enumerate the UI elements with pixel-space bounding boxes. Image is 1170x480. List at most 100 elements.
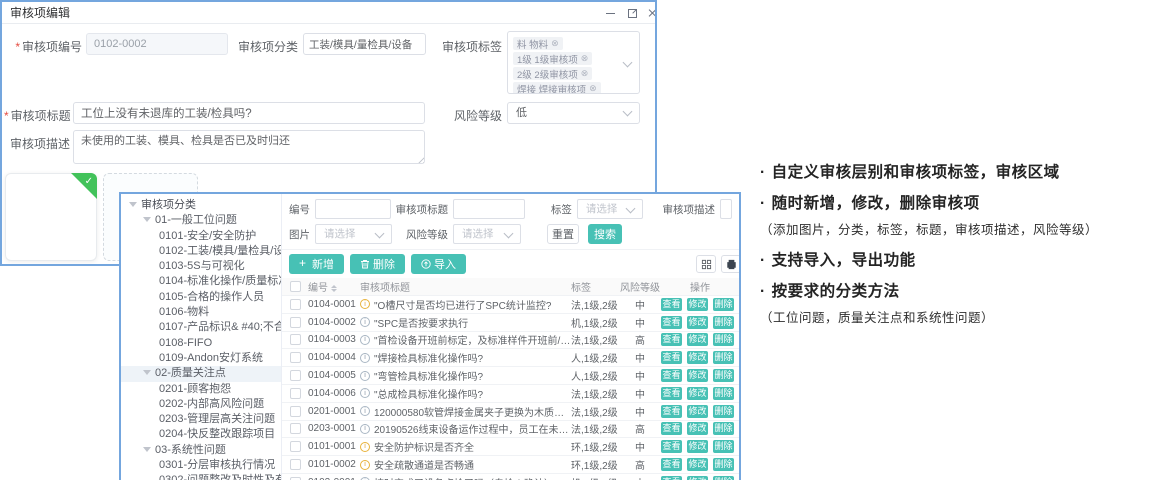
tag-remove-icon[interactable] [551, 39, 559, 48]
code-header[interactable]: 编号 [308, 279, 360, 294]
tree-item[interactable]: 0105-合格的操作人员 [121, 290, 281, 305]
tree-item[interactable]: 0302-问题整改及时性及有效性 [121, 473, 281, 480]
select-all-checkbox[interactable] [290, 281, 301, 292]
risk-select[interactable]: 低 [507, 102, 640, 124]
tag-search-select[interactable]: 请选择 [577, 199, 643, 219]
number-field[interactable] [86, 33, 228, 55]
view-button[interactable]: 查看 [661, 422, 682, 435]
desc-search-input[interactable] [720, 199, 732, 219]
view-button[interactable]: 查看 [661, 458, 682, 471]
title-field[interactable] [73, 102, 425, 124]
info-icon [360, 442, 370, 452]
row-checkbox[interactable] [290, 423, 301, 434]
view-button[interactable]: 查看 [661, 333, 682, 346]
tag-chip[interactable]: 2级 2级审核项 [513, 67, 592, 80]
table-row: 0101-0002 安全疏散通道是否畅通 环,1级,2级 高 查看修改删除 [282, 456, 739, 474]
minimize-icon[interactable] [606, 8, 616, 18]
delete-row-button[interactable]: 删除 [713, 351, 734, 364]
delete-row-button[interactable]: 删除 [713, 458, 734, 471]
tree-group[interactable]: 02-质量关注点 [121, 366, 281, 381]
row-checkbox[interactable] [290, 334, 301, 345]
edit-button[interactable]: 修改 [687, 333, 708, 346]
delete-row-button[interactable]: 删除 [713, 387, 734, 400]
delete-row-button[interactable]: 删除 [713, 369, 734, 382]
row-checkbox[interactable] [290, 406, 301, 417]
title-header: 审核项标题 [360, 279, 571, 294]
tree-item[interactable]: 0204-快反整改跟踪项目 [121, 427, 281, 442]
delete-row-button[interactable]: 删除 [713, 440, 734, 453]
image-search-select[interactable]: 请选择 [315, 224, 392, 244]
row-checkbox[interactable] [290, 299, 301, 310]
delete-row-button[interactable]: 删除 [713, 476, 734, 480]
search-button[interactable]: 搜索 [588, 224, 622, 244]
tags-multiselect[interactable]: 料 物料 1级 1级审核项 2级 2级审核项 焊接 焊接审核项 [507, 31, 640, 94]
maximize-icon[interactable] [627, 8, 637, 18]
tag-chip[interactable]: 1级 1级审核项 [513, 52, 592, 65]
tree-item[interactable]: 0108-FIFO [121, 336, 281, 351]
add-button[interactable]: 新增 [289, 254, 344, 274]
close-icon[interactable] [648, 8, 657, 18]
tag-remove-icon[interactable] [581, 69, 589, 78]
reset-button[interactable]: 重置 [547, 224, 579, 244]
view-button[interactable]: 查看 [661, 387, 682, 400]
tree-item[interactable]: 0109-Andon安灯系统 [121, 351, 281, 366]
row-checkbox[interactable] [290, 317, 301, 328]
row-risk: 中 [619, 386, 661, 401]
row-checkbox[interactable] [290, 459, 301, 470]
row-checkbox[interactable] [290, 370, 301, 381]
sort-icon[interactable] [331, 285, 337, 292]
category-field[interactable] [303, 33, 426, 55]
delete-row-button[interactable]: 删除 [713, 316, 734, 329]
import-button[interactable]: 导入 [411, 254, 466, 274]
risk-search-select[interactable]: 请选择 [453, 224, 521, 244]
tree-item[interactable]: 0201-顾客抱怨 [121, 382, 281, 397]
view-button[interactable]: 查看 [661, 298, 682, 311]
description-field[interactable]: 未使用的工装、模具、检具是否已及时归还 [73, 130, 425, 164]
tree-group[interactable]: 01-一般工位问题 [121, 213, 281, 228]
view-button[interactable]: 查看 [661, 405, 682, 418]
tag-chip[interactable]: 焊接 焊接审核项 [513, 82, 601, 94]
view-button[interactable]: 查看 [661, 351, 682, 364]
edit-button[interactable]: 修改 [687, 458, 708, 471]
print-icon[interactable] [721, 255, 741, 273]
tree-item[interactable]: 0103-5S与可视化 [121, 259, 281, 274]
row-checkbox[interactable] [290, 352, 301, 363]
tree-group[interactable]: 03-系统性问题 [121, 443, 281, 458]
view-button[interactable]: 查看 [661, 440, 682, 453]
view-button[interactable]: 查看 [661, 369, 682, 382]
delete-row-button[interactable]: 删除 [713, 333, 734, 346]
edit-button[interactable]: 修改 [687, 440, 708, 453]
tree-item[interactable]: 0106-物料 [121, 305, 281, 320]
delete-button[interactable]: 删除 [350, 254, 405, 274]
edit-button[interactable]: 修改 [687, 369, 708, 382]
view-button[interactable]: 查看 [661, 476, 682, 480]
tree-item[interactable]: 0202-内部高风险问题 [121, 397, 281, 412]
row-checkbox[interactable] [290, 441, 301, 452]
edit-button[interactable]: 修改 [687, 476, 708, 480]
edit-button[interactable]: 修改 [687, 316, 708, 329]
tag-remove-icon[interactable] [581, 54, 589, 63]
code-search-input[interactable] [315, 199, 391, 219]
row-checkbox[interactable] [290, 388, 301, 399]
edit-button[interactable]: 修改 [687, 351, 708, 364]
tree-item[interactable]: 0102-工装/模具/量检具/设备 [121, 244, 281, 259]
view-button[interactable]: 查看 [661, 316, 682, 329]
edit-button[interactable]: 修改 [687, 405, 708, 418]
title-search-input[interactable] [453, 199, 525, 219]
tree-item[interactable]: 0301-分层审核执行情况 [121, 458, 281, 473]
delete-row-button[interactable]: 删除 [713, 298, 734, 311]
edit-button[interactable]: 修改 [687, 298, 708, 311]
grid-view-icon[interactable] [696, 255, 716, 273]
edit-button[interactable]: 修改 [687, 387, 708, 400]
tag-remove-icon[interactable] [589, 84, 597, 93]
image-thumbnail[interactable] [5, 173, 97, 261]
tree-item[interactable]: 0203-管理层高关注问题 [121, 412, 281, 427]
delete-row-button[interactable]: 删除 [713, 422, 734, 435]
tree-item[interactable]: 0101-安全/安全防护 [121, 229, 281, 244]
tree-item[interactable]: 0107-产品标识& #40;不合格和可疑 [121, 320, 281, 335]
edit-button[interactable]: 修改 [687, 422, 708, 435]
delete-row-button[interactable]: 删除 [713, 405, 734, 418]
tree-item[interactable]: 0104-标准化操作/质量标准 [121, 274, 281, 289]
tag-chip[interactable]: 料 物料 [513, 37, 563, 50]
tree-root[interactable]: 审核项分类 [121, 198, 281, 213]
